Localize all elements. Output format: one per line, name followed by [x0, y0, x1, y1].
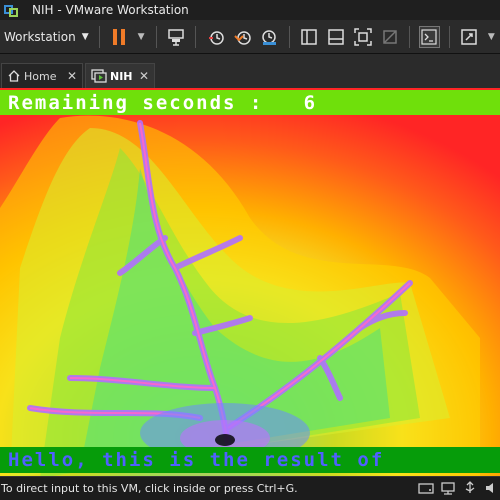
close-tab-nih-icon[interactable]: ✕	[137, 69, 151, 83]
show-thumbnail-bar-button[interactable]	[326, 26, 347, 48]
stretch-icon	[461, 28, 478, 45]
hard-disk-icon[interactable]	[418, 481, 434, 495]
result-message-banner: Hello, this is the result of	[0, 447, 500, 473]
status-hint-text: To direct input to this VM, click inside…	[1, 482, 298, 495]
close-tab-home-icon[interactable]: ✕	[65, 69, 79, 83]
console-view-button[interactable]	[419, 25, 440, 48]
snapshot-manager-icon	[262, 29, 277, 45]
tab-nih[interactable]: NIH ✕	[85, 63, 155, 88]
status-bar: To direct input to this VM, click inside…	[0, 476, 500, 500]
unity-disabled-icon	[382, 29, 397, 44]
snapshot-manager-button[interactable]	[259, 26, 280, 48]
toolbar: Workstation ▼ ▼ ▼	[0, 20, 500, 54]
stretch-guest-button[interactable]	[459, 26, 480, 48]
view-menu-dropdown[interactable]: ▼	[486, 26, 497, 48]
chevron-down-icon: ▼	[487, 31, 495, 42]
tab-home-label: Home	[24, 69, 57, 83]
title-bar: NIH - VMware Workstation	[0, 0, 500, 20]
take-snapshot-button[interactable]	[205, 26, 226, 48]
tab-nih-label: NIH	[110, 69, 133, 83]
sidebar-layout-icon	[301, 28, 317, 45]
usb-device-icon[interactable]	[462, 481, 478, 495]
tab-bar: Home ✕ NIH ✕	[0, 54, 500, 88]
bottom-panel-layout-icon	[328, 28, 344, 45]
power-menu-dropdown[interactable]: ▼	[135, 26, 146, 48]
fullscreen-icon	[354, 27, 372, 46]
pause-icon	[112, 28, 125, 45]
tab-home[interactable]: Home ✕	[1, 63, 83, 88]
keyboard-send-icon	[168, 28, 184, 46]
chevron-down-icon: ▼	[81, 31, 89, 42]
unity-mode-button[interactable]	[379, 26, 400, 48]
toolbar-divider	[448, 25, 450, 48]
full-screen-button[interactable]	[352, 26, 373, 48]
toolbar-divider	[195, 25, 197, 48]
toolbar-divider	[409, 25, 411, 48]
home-icon	[7, 69, 21, 83]
window-title: NIH - VMware Workstation	[32, 3, 189, 17]
workstation-menu-button[interactable]: Workstation ▼	[0, 25, 93, 49]
vmware-app-icon	[3, 2, 19, 18]
vm-console-display[interactable]: Remaining seconds : 6 Hello, this is the…	[0, 88, 500, 476]
device-status-icons	[412, 481, 500, 495]
network-adapter-icon[interactable]	[440, 481, 456, 495]
revert-snapshot-button[interactable]	[232, 26, 253, 48]
toolbar-divider	[98, 25, 100, 48]
mandelbrot-fractal-image	[0, 88, 500, 476]
toolbar-divider	[288, 25, 290, 48]
vm-running-icon	[91, 69, 107, 83]
revert-clock-icon	[233, 30, 251, 45]
pause-button[interactable]	[109, 26, 130, 48]
snapshot-clock-icon	[208, 30, 224, 45]
remaining-seconds-banner: Remaining seconds : 6	[0, 90, 500, 115]
chevron-down-icon: ▼	[137, 31, 145, 42]
send-ctrl-alt-del-button[interactable]	[166, 26, 187, 48]
toolbar-divider	[155, 25, 157, 48]
terminal-icon	[421, 28, 438, 45]
show-library-button[interactable]	[299, 26, 320, 48]
sound-card-icon[interactable]	[484, 481, 500, 495]
workstation-menu-label: Workstation	[4, 29, 76, 44]
